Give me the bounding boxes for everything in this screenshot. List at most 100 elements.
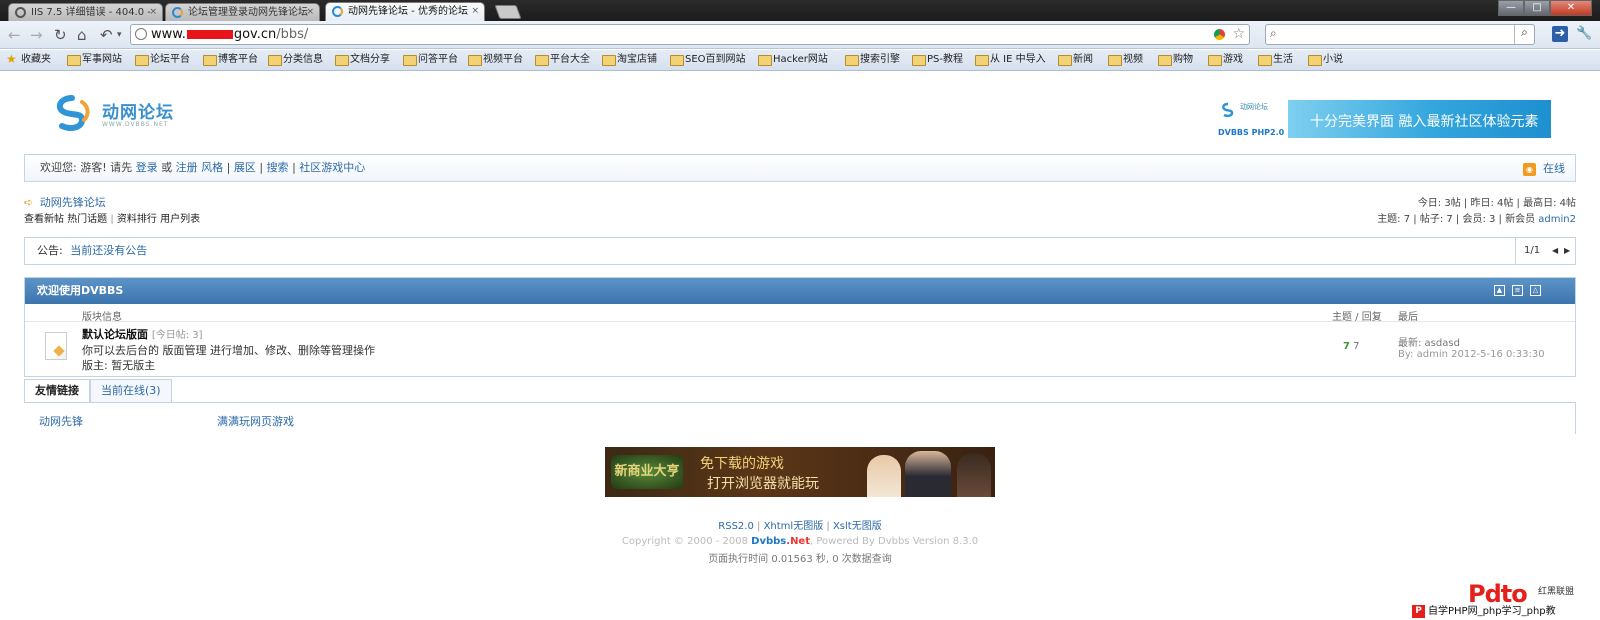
bookmark-folder[interactable]: Hacker网站 [758,53,828,67]
banner-slogan: 十分完美界面 融入最新社区体验元素 [1310,114,1539,130]
browser-tab[interactable]: 论坛管理登录动网先锋论坛 × [165,3,320,21]
bookmark-favorites[interactable]: ★ 收藏夹 [6,52,51,67]
forum-last-post[interactable]: 最新: asdasd [1398,334,1460,349]
chrome-icon[interactable] [1214,29,1225,40]
announcement-text[interactable]: 当前还没有公告 [70,244,147,257]
close-tab-icon[interactable]: × [471,3,479,20]
bookmark-folder[interactable]: 视频平台 [468,53,523,67]
prev-arrow-icon[interactable]: ◀ [1552,238,1558,264]
bookmark-folder[interactable]: 搜索引擎 [845,53,900,67]
gallery-link[interactable]: 展区 [234,161,256,174]
expand-icon[interactable]: △ [1530,285,1541,296]
xslt-link[interactable]: Xslt无图版 [833,521,882,532]
bookmark-folder[interactable]: 购物 [1158,53,1193,67]
bookmark-folder[interactable]: 视频 [1108,53,1143,67]
bookmark-folder[interactable]: SEO百到网站 [670,53,746,67]
back-arrow-icon[interactable]: ← [8,26,21,44]
tab-online-users[interactable]: 当前在线(3) [90,379,172,403]
bookmark-folder[interactable]: 小说 [1308,53,1343,67]
bookmark-folder[interactable]: 问答平台 [403,53,458,67]
dvbbs-brand-link[interactable]: Dvbbs.Net [751,536,810,547]
welcome-please: 请先 [110,161,133,174]
home-icon[interactable]: ⌂ [77,26,87,44]
bookmark-folder[interactable]: 淘宝店铺 [602,53,657,67]
bookmark-folder[interactable]: 平台大全 [535,53,590,67]
bookmark-folder[interactable]: 军事网站 [67,53,122,67]
new-member-link[interactable]: admin2 [1538,214,1576,225]
bookmark-folder[interactable]: 游戏 [1208,53,1243,67]
window-controls: — □ ✕ [1498,0,1592,16]
collapse-icon[interactable]: ▲ [1494,285,1505,296]
search-input[interactable]: ⌕ ⌕ [1265,24,1535,45]
tab-friend-links[interactable]: 友情链接 [24,379,90,403]
ranking-link[interactable]: 资料排行 [117,214,157,225]
register-link[interactable]: 注册 [176,161,198,174]
close-tab-icon[interactable]: × [149,4,157,21]
new-tab-button[interactable] [494,5,522,19]
undo-icon[interactable]: ↶ [100,26,113,44]
breadcrumb: ➪ 动网先锋论坛 [24,194,106,210]
banner-logo-area: 动网论坛 DVBBS PHP2.0 [1218,100,1288,138]
style-link[interactable]: 风格 [201,161,223,174]
bookmark-folder[interactable]: 从 IE 中导入 [975,53,1046,67]
bookmark-star-icon[interactable]: ☆ [1232,25,1245,44]
next-arrow-icon[interactable]: ▶ [1564,238,1570,264]
wrench-icon[interactable]: 🔧 [1576,26,1592,42]
game-center-link[interactable]: 社区游戏中心 [299,161,365,174]
close-tab-icon[interactable]: × [306,4,314,21]
search-go-icon[interactable]: ⌕ [1514,25,1534,44]
tab-title: 动网先锋论坛 - 优秀的论坛 [348,6,468,17]
rss-feed-link[interactable]: RSS2.0 [718,521,754,532]
xhtml-link[interactable]: Xhtml无图版 [764,521,824,532]
game-advertisement[interactable]: 新商业大亨 免下载的游戏 打开浏览器就能玩 [605,447,995,497]
forward-arrow-icon[interactable]: → [30,26,43,44]
browser-toolbar: ← → ↻ ⌂ ↶ ▾ www. gov.cn/bbs/ ☆ ⌕ ⌕ ➜ 🔧 [0,21,1600,49]
forum-name-link[interactable]: 默认论坛版面 [82,328,148,341]
maximize-button[interactable]: □ [1524,0,1550,16]
hot-topics-link[interactable]: 热门话题 [67,214,107,225]
forum-today-count: [今日帖: 3] [151,330,203,341]
daily-stats: 今日: 3帖 | 昨日: 4帖 | 最高日: 4帖 [1417,198,1576,209]
chevron-down-icon[interactable]: ▾ [117,30,122,40]
banner-logo-text: 动网论坛 [1240,103,1268,111]
reload-icon[interactable]: ↻ [54,26,67,44]
bookmark-folder[interactable]: 论坛平台 [135,53,190,67]
close-window-button[interactable]: ✕ [1550,0,1592,16]
page-content: 动网论坛 WWW.DVBBS.NET 动网论坛 DVBBS PHP2.0 十分完… [0,72,1600,620]
bookmark-folder[interactable]: 新闻 [1058,53,1093,67]
site-watermark: Pdto 红黑联盟 P 自学PHP网_php学习_php教 [1410,580,1600,620]
tab-title: IIS 7.5 详细错误 - 404.0 - [31,7,151,18]
friend-link[interactable]: 动网先锋 [39,413,83,429]
list-view-icon[interactable]: ≡ [1512,285,1523,296]
new-posts-link[interactable]: 查看新帖 [24,214,64,225]
bookmark-folder[interactable]: 生活 [1258,53,1293,67]
page-menu-icon[interactable]: ➜ [1552,26,1568,42]
header-banner[interactable]: 动网论坛 DVBBS PHP2.0 十分完美界面 融入最新社区体验元素 [1218,100,1551,138]
forum-category-header[interactable]: 欢迎使用DVBBS ▲ ≡ △ [25,278,1575,304]
bookmark-folder[interactable]: PS-教程 [912,53,963,67]
search-link[interactable]: 搜索 [267,161,289,174]
bookmark-folder[interactable]: 文档分享 [335,53,390,67]
url-domain: gov.cn [233,27,277,42]
url-path: /bbs/ [276,27,309,42]
dvbbs-logo-icon [1222,102,1234,118]
bookmark-folder[interactable]: 分类信息 [268,53,323,67]
address-bar[interactable]: www. gov.cn/bbs/ ☆ [130,24,1250,45]
welcome-text: 欢迎您: 游客! [40,161,107,174]
page-icon [135,28,147,40]
star-icon: ★ [6,52,17,66]
forum-home-link[interactable]: 动网先锋论坛 [40,196,106,209]
welcome-or: 或 [161,161,173,174]
arrow-right-icon: ➪ [24,196,34,209]
site-logo[interactable]: 动网论坛 WWW.DVBBS.NET [52,94,182,134]
login-link[interactable]: 登录 [136,161,158,174]
game-logo: 新商业大亨 [611,455,683,489]
bookmark-folder[interactable]: 博客平台 [203,53,258,67]
user-list-link[interactable]: 用户列表 [160,214,200,225]
browser-tab-active[interactable]: 动网先锋论坛 - 优秀的论坛 × [325,2,485,21]
browser-tab[interactable]: IIS 7.5 详细错误 - 404.0 - × [8,3,163,21]
rss-link[interactable]: ◉ 在线 [1523,162,1565,176]
friend-link[interactable]: 满满玩网页游戏 [217,413,294,429]
minimize-button[interactable]: — [1498,0,1524,16]
forum-list: 欢迎使用DVBBS ▲ ≡ △ 版块信息 主题 / 回复 最后 默认论坛版面 [… [24,277,1576,377]
